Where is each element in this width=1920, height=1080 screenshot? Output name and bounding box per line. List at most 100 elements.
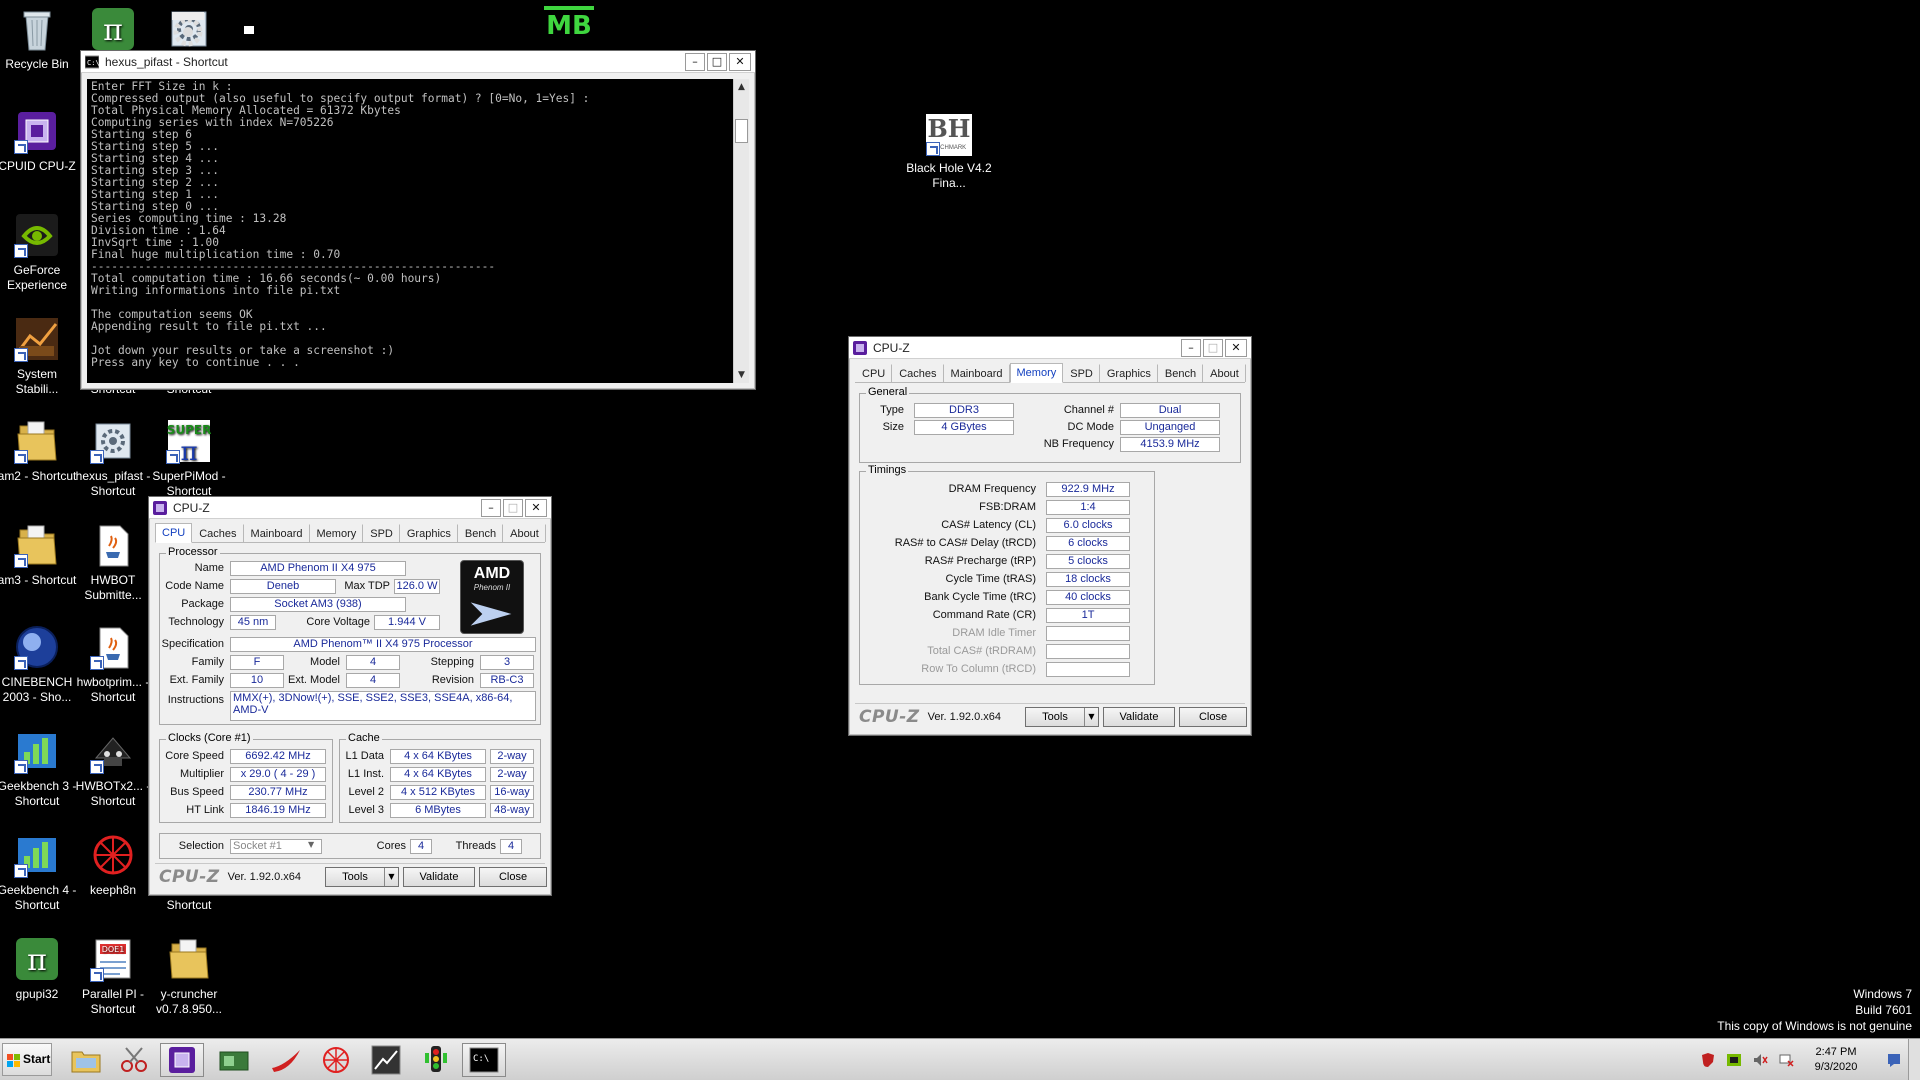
bh-logo-text: BH	[927, 114, 971, 143]
cpuz-memory-window[interactable]: CPU-Z – □ ✕ CPU Caches Mainboard Memory SPD G…	[848, 336, 1252, 736]
tab-bench[interactable]: Bench	[1158, 364, 1204, 382]
tab-bench[interactable]: Bench	[458, 524, 504, 542]
start-button[interactable]: Start	[2, 1043, 52, 1076]
code-name-label: Code Name	[165, 580, 224, 592]
desktop-icon-keeph8n[interactable]: keeph8n	[70, 832, 156, 898]
desktop-icon-benchmark-gear[interactable]	[166, 10, 210, 50]
maximize-button[interactable]: □	[503, 498, 523, 517]
timings-group-title: Timings	[866, 464, 909, 476]
taskbar-cpuz[interactable]	[160, 1043, 204, 1077]
tray-nvidia-icon[interactable]	[1726, 1052, 1742, 1068]
general-group-title: General	[866, 386, 910, 398]
desktop-icon-mb[interactable]: MB	[544, 6, 594, 50]
cpuz-cpu-titlebar[interactable]: CPU-Z – □ ✕	[149, 497, 551, 519]
desktop-icon-am2[interactable]: am2 - Shortcut	[0, 418, 80, 484]
tab-caches[interactable]: Caches	[892, 364, 944, 382]
tab-graphics[interactable]: Graphics	[1100, 364, 1158, 382]
maximize-button[interactable]: □	[707, 52, 727, 71]
chevron-down-icon[interactable]: ▼	[308, 840, 314, 849]
show-desktop-button[interactable]	[1908, 1039, 1920, 1080]
desktop-icon-hexus-pifast[interactable]: hexus_pifast - Shortcut	[70, 418, 156, 499]
tab-about[interactable]: About	[503, 524, 546, 542]
desktop-icon-am3[interactable]: am3 - Shortcut	[0, 522, 80, 588]
close-button[interactable]: ✕	[1225, 338, 1247, 357]
close-button[interactable]: Close	[1179, 707, 1247, 727]
chevron-down-icon[interactable]: ▼	[384, 868, 398, 886]
desktop-icon-label: CPUID CPU-Z	[0, 159, 76, 173]
model-label: Model	[310, 656, 340, 668]
chevron-down-icon[interactable]: ▼	[1084, 708, 1098, 726]
taskbar-snipping-tool[interactable]	[112, 1043, 156, 1077]
scroll-down-icon[interactable]: ▼	[734, 367, 749, 383]
desktop-icon-recycle-bin[interactable]: Recycle Bin	[0, 6, 80, 72]
timing-value: 6 clocks	[1046, 536, 1130, 551]
tab-memory[interactable]: Memory	[1009, 363, 1064, 383]
cpuz-cpu-window[interactable]: CPU-Z – □ ✕ CPU Caches Mainboard Memory SPD G…	[148, 496, 552, 896]
tray-security-icon[interactable]	[1700, 1052, 1716, 1068]
close-button[interactable]: ✕	[729, 52, 751, 71]
desktop-icon-cinebench[interactable]: CINEBENCH 2003 - Sho...	[0, 624, 80, 705]
console-output[interactable]: Enter FFT Size in k : Compressed output (…	[87, 79, 733, 383]
validate-button[interactable]: Validate	[1103, 707, 1175, 727]
desktop-icon-hwbot-submitter[interactable]: HWBOT Submitte...	[70, 522, 156, 603]
taskbar-explorer[interactable]	[64, 1043, 108, 1077]
minimize-button[interactable]: –	[685, 52, 705, 71]
desktop-icon-geekbench3[interactable]: Geekbench 3 - Shortcut	[0, 728, 80, 809]
tab-mainboard[interactable]: Mainboard	[244, 524, 310, 542]
validate-button[interactable]: Validate	[403, 867, 475, 887]
tab-cpu[interactable]: CPU	[855, 364, 893, 382]
minimize-button[interactable]: –	[481, 498, 501, 517]
tab-graphics[interactable]: Graphics	[400, 524, 458, 542]
desktop-icon-shortcut-partial-3[interactable]: Shortcut	[146, 898, 232, 914]
desktop-icon-geekbench4[interactable]: Geekbench 4 - Shortcut	[0, 832, 80, 913]
minimize-button[interactable]: –	[1181, 338, 1201, 357]
desktop-icon-parallel-pi[interactable]: DOE1 Parallel PI - Shortcut	[70, 936, 156, 1017]
taskbar-console[interactable]: C:\	[462, 1043, 506, 1077]
desktop-icon-label: SuperPiMod - Shortcut	[152, 469, 226, 498]
desktop-icon-label: Geekbench 3 - Shortcut	[0, 779, 77, 808]
tab-cpu[interactable]: CPU	[155, 523, 193, 543]
desktop-icon-y-cruncher[interactable]: y-cruncher v0.7.8.950...	[146, 936, 232, 1017]
desktop-icon-label: am2 - Shortcut	[0, 469, 77, 483]
desktop-icon-cpuz[interactable]: CPUID CPU-Z	[0, 108, 80, 174]
timing-label: RAS# Precharge (tRP)	[924, 555, 1036, 567]
close-button[interactable]: Close	[479, 867, 547, 887]
tray-network-icon[interactable]	[1778, 1052, 1794, 1068]
desktop-icon-hwbotx265[interactable]: HWBOTx2... - Shortcut	[70, 728, 156, 809]
console-titlebar[interactable]: C:\ hexus_pifast - Shortcut – □ ✕	[81, 51, 755, 73]
scroll-up-icon[interactable]: ▲	[734, 79, 749, 95]
tab-caches[interactable]: Caches	[192, 524, 244, 542]
tab-about[interactable]: About	[1203, 364, 1246, 382]
tab-mainboard[interactable]: Mainboard	[944, 364, 1010, 382]
maximize-button[interactable]: □	[1203, 338, 1223, 357]
console-window[interactable]: C:\ hexus_pifast - Shortcut – □ ✕ Enter …	[80, 50, 756, 390]
taskbar-keeph8n[interactable]	[314, 1043, 358, 1077]
taskbar-clock[interactable]: 2:47 PM 9/3/2020	[1804, 1045, 1868, 1075]
close-button[interactable]: ✕	[525, 498, 547, 517]
desktop-icon-superpimod[interactable]: SUPER π SuperPiMod - Shortcut	[146, 418, 232, 499]
cpuz-memory-titlebar[interactable]: CPU-Z – □ ✕	[849, 337, 1251, 359]
scroll-thumb[interactable]	[735, 119, 748, 143]
desktop-icon-gpupi32[interactable]: π gpupi32	[0, 936, 80, 1002]
max-tdp-label: Max TDP	[344, 580, 390, 592]
tools-button[interactable]: Tools ▼	[325, 867, 399, 887]
tab-spd[interactable]: SPD	[363, 524, 400, 542]
tab-spd[interactable]: SPD	[1063, 364, 1100, 382]
taskbar-swoosh-app[interactable]	[264, 1043, 308, 1077]
taskbar-gpu-app[interactable]	[212, 1043, 256, 1077]
desktop-icon-small-square[interactable]	[244, 26, 254, 34]
level2-way: 16-way	[490, 785, 534, 800]
desktop-icon-black-hole[interactable]: BH ENCHMARK Black Hole V4.2 Fina...	[906, 114, 992, 191]
taskbar-graph-app[interactable]	[364, 1043, 408, 1077]
desktop-icon-hwbotprime[interactable]: hwbotprim... - Shortcut	[70, 624, 156, 705]
action-center-icon[interactable]	[1886, 1052, 1902, 1068]
desktop-icon-geforce[interactable]: GeForce Experience	[0, 212, 80, 293]
timing-value: 6.0 clocks	[1046, 518, 1130, 533]
desktop-icon-system-stability[interactable]: System Stabili...	[0, 316, 80, 397]
tools-button[interactable]: Tools ▼	[1025, 707, 1099, 727]
console-scrollbar[interactable]: ▲ ▼	[733, 79, 749, 383]
tab-memory[interactable]: Memory	[310, 524, 364, 542]
taskbar-traffic-light[interactable]	[414, 1043, 458, 1077]
tray-volume-icon[interactable]	[1752, 1052, 1768, 1068]
cpuz-cpu-footer: CPU-Z Ver. 1.92.0.x64 Tools ▼ Validate Cl…	[155, 863, 547, 889]
